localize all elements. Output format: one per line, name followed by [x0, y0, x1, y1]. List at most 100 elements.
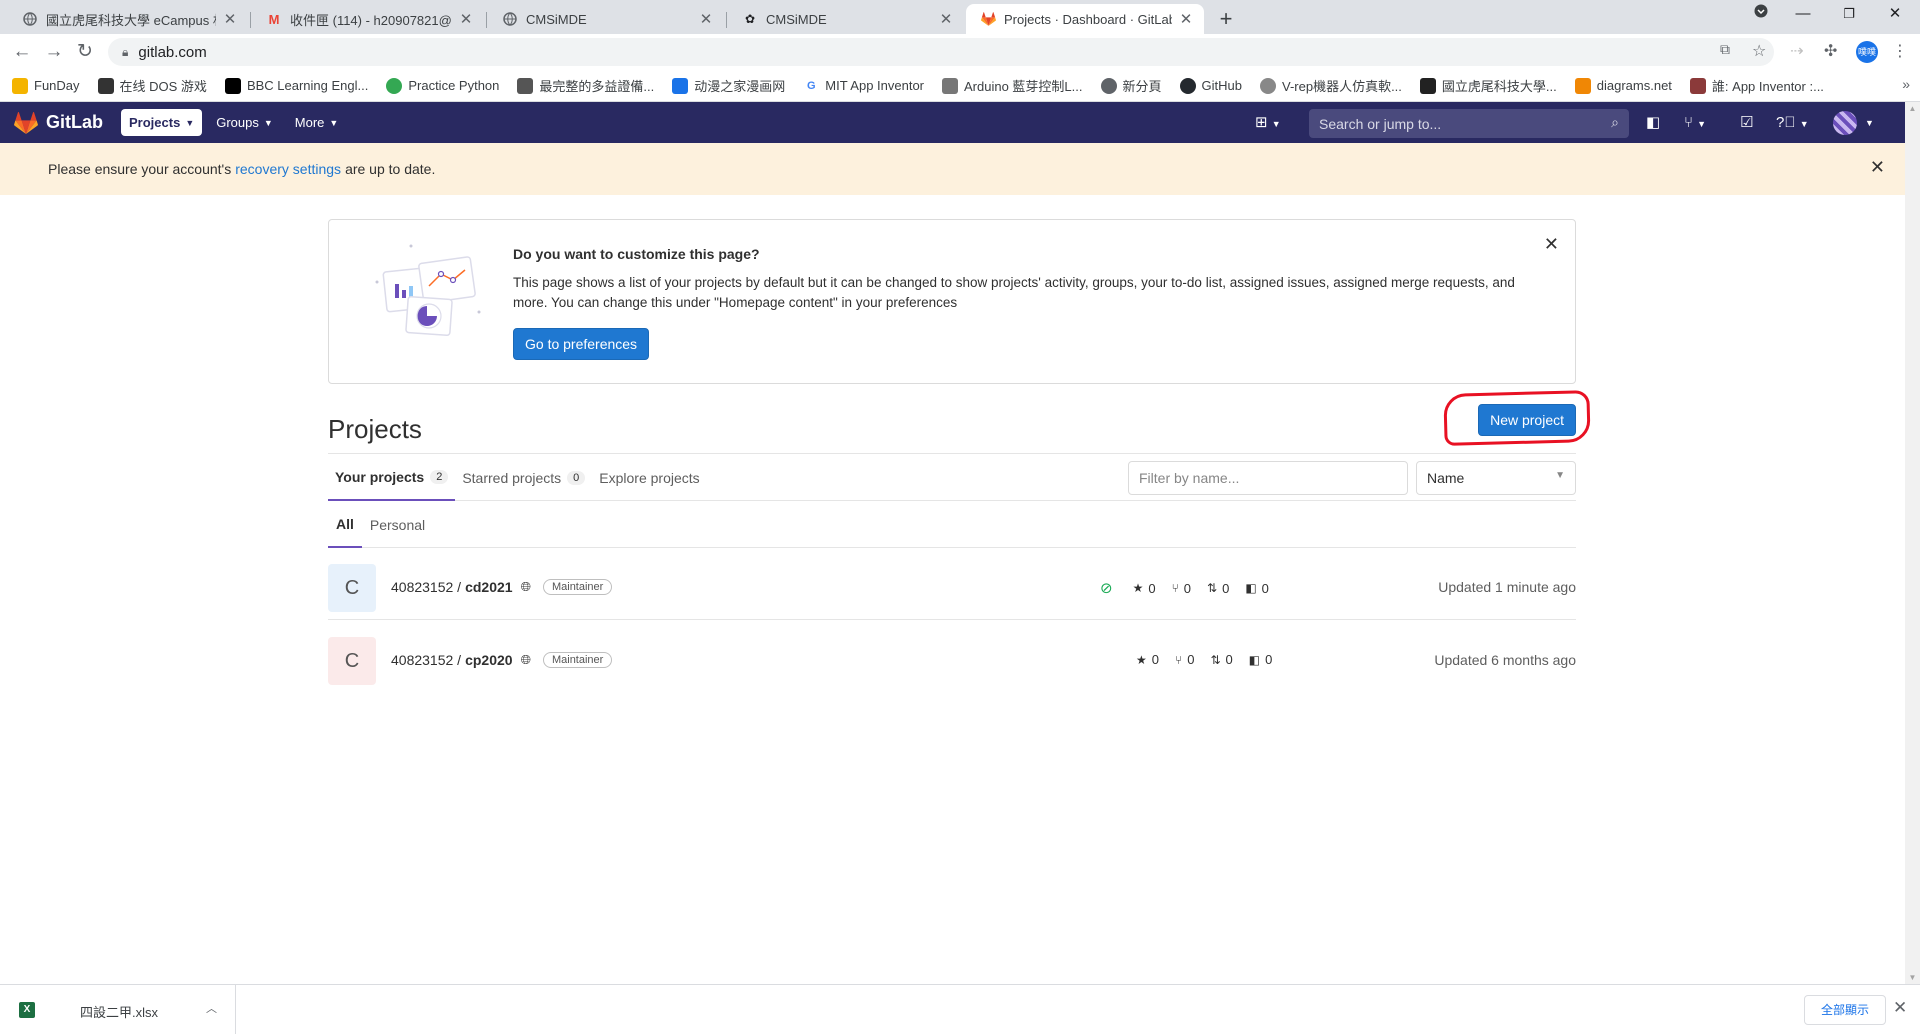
star-icon[interactable]: ☆	[1752, 41, 1766, 61]
show-all-downloads-button[interactable]: 全部顯示	[1804, 995, 1887, 1025]
new-project-button[interactable]: New project	[1478, 404, 1576, 436]
bookmark[interactable]: 在线 DOS 游戏	[97, 76, 207, 95]
browser-tab-active[interactable]: Projects · Dashboard · GitLab ✕	[966, 4, 1204, 34]
filter-by-name-input[interactable]: Filter by name...	[1128, 461, 1408, 495]
bookmark[interactable]: V-rep機器人仿真軟...	[1260, 76, 1402, 95]
bookmark-label: 新分頁	[1122, 79, 1162, 94]
forks-count[interactable]: ⑂ 0	[1175, 652, 1194, 667]
close-icon[interactable]: ✕	[222, 10, 238, 28]
tab-starred-projects[interactable]: Starred projects 0	[455, 454, 592, 501]
window-close-icon[interactable]: ✕	[1872, 0, 1918, 30]
forks-count[interactable]: ⑂ 0	[1172, 581, 1191, 596]
browser-tab[interactable]: CMSiMDE ✕	[488, 4, 724, 34]
close-icon[interactable]: ✕	[458, 10, 474, 28]
scroll-down-icon[interactable]: ▼	[1905, 973, 1920, 982]
bookmark[interactable]: 最完整的多益證備...	[517, 76, 654, 95]
chevron-down-icon[interactable]: ▼	[1865, 111, 1874, 135]
close-icon[interactable]: ✕	[1178, 10, 1194, 28]
profile-avatar[interactable]: 噗噗	[1856, 41, 1878, 63]
bookmark-label: FunDay	[34, 78, 80, 93]
close-icon[interactable]: ✕	[698, 10, 714, 28]
project-name[interactable]: 40823152 / cp2020 🌐︎ Maintainer	[391, 652, 613, 668]
download-item[interactable]: X 四設二甲.xlsx ︿	[0, 985, 236, 1034]
globe-icon	[22, 11, 38, 27]
bookmark-label: 动漫之家漫画网	[694, 79, 786, 94]
bookmark[interactable]: G MIT App Inventor	[803, 77, 924, 94]
public-globe-icon: 🌐︎	[520, 579, 531, 594]
browser-tab[interactable]: M 收件匣 (114) - h20907821@gm ✕	[252, 4, 484, 34]
tab-explore-projects[interactable]: Explore projects	[592, 454, 706, 501]
bookmark[interactable]: 动漫之家漫画网	[672, 76, 785, 95]
bookmark[interactable]: Practice Python	[386, 77, 499, 94]
back-arrow-icon[interactable]: ←	[9, 39, 35, 65]
bookmark[interactable]: FunDay	[12, 77, 80, 94]
bookmark-label: 國立虎尾科技大學...	[1441, 79, 1557, 94]
project-avatar[interactable]: C	[328, 637, 376, 685]
pipeline-passed-icon[interactable]: ⊘︎	[1100, 579, 1113, 597]
subtab-personal[interactable]: Personal	[362, 501, 433, 548]
close-icon[interactable]: ✕	[1893, 998, 1907, 1018]
restore-icon[interactable]: ❐	[1826, 0, 1872, 30]
download-filename: 四設二甲.xlsx	[80, 1005, 159, 1020]
todo-icon[interactable]: ☑	[1740, 111, 1753, 135]
search-input[interactable]: Search or jump to... ⌕	[1309, 109, 1629, 138]
stars-count[interactable]: ★ 0	[1133, 581, 1156, 596]
globe-icon	[502, 11, 518, 27]
go-to-preferences-button[interactable]: Go to preferences	[513, 328, 650, 360]
url-field[interactable]: 🔒︎ gitlab.com	[108, 38, 1774, 66]
chevron-right-icon[interactable]: »	[1902, 76, 1910, 92]
project-row[interactable]: C 40823152 / cd2021 🌐︎ Maintainer ⊘︎ ★ 0 …	[328, 548, 1576, 620]
nav-groups-dropdown[interactable]: Groups ▼	[208, 109, 281, 136]
project-avatar[interactable]: C	[328, 564, 376, 612]
create-new-plus-icon[interactable]: ⊞ ▼	[1255, 111, 1281, 135]
nav-projects-dropdown[interactable]: Projects ▼	[121, 109, 203, 136]
merge-requests-count[interactable]: ⇅ 0	[1207, 581, 1229, 596]
issues-count[interactable]: ◧ 0	[1245, 581, 1269, 596]
merge-request-icon[interactable]: ⑂ ▼	[1684, 111, 1706, 135]
puzzle-icon[interactable]: ✣	[1824, 41, 1837, 61]
nav-more-dropdown[interactable]: More ▼	[287, 109, 347, 136]
close-icon[interactable]: ✕	[1870, 157, 1885, 178]
project-row[interactable]: C 40823152 / cp2020 🌐︎ Maintainer ★ 0 ⑂ 0 …	[328, 621, 1576, 693]
bookmark[interactable]: Arduino 藍芽控制L...	[942, 76, 1083, 95]
tab-your-projects[interactable]: Your projects 2	[328, 454, 456, 501]
close-icon[interactable]: ✕	[938, 10, 954, 28]
role-badge: Maintainer	[542, 579, 613, 595]
stars-count[interactable]: ★ 0	[1136, 652, 1159, 667]
bookmark[interactable]: diagrams.net	[1574, 77, 1672, 94]
new-tab-button[interactable]: +	[1212, 6, 1240, 34]
tab-search-icon[interactable]	[1738, 0, 1784, 30]
vertical-scrollbar[interactable]: ▲ ▼	[1905, 102, 1920, 984]
project-title: cp2020	[465, 652, 513, 668]
bookmark[interactable]: 新分頁	[1100, 76, 1162, 95]
translate-icon[interactable]: ⧉	[1720, 41, 1730, 58]
close-icon[interactable]: ✕	[1544, 234, 1559, 255]
bookmark[interactable]: GitHub	[1179, 77, 1242, 94]
bookmark[interactable]: 誰: App Inventor :...	[1689, 76, 1824, 95]
address-bar: ← → ↻ 🔒︎ gitlab.com ⧉ ☆ ⇢ ✣ 噗噗 ⋮	[0, 34, 1920, 70]
merge-requests-count[interactable]: ⇅ 0	[1210, 652, 1232, 667]
bookmarks-bar: FunDay 在线 DOS 游戏 BBC Learning Engl... Pr…	[0, 70, 1920, 102]
bookmark[interactable]: BBC Learning Engl...	[224, 77, 368, 94]
reload-icon[interactable]: ↻	[72, 39, 98, 65]
nav-more-label: More	[294, 115, 325, 130]
scroll-up-icon[interactable]: ▲	[1905, 104, 1920, 113]
kebab-menu-icon[interactable]: ⋮	[1892, 41, 1908, 61]
extension-icon[interactable]: ⇢	[1790, 41, 1803, 61]
forward-arrow-icon[interactable]: →	[41, 39, 67, 65]
bookmark[interactable]: 國立虎尾科技大學...	[1419, 76, 1557, 95]
chevron-up-icon[interactable]: ︿	[206, 1000, 217, 1016]
sort-dropdown[interactable]: Name ▼	[1416, 461, 1576, 495]
help-icon[interactable]: ?⃝ ▼	[1776, 111, 1809, 135]
subtab-all[interactable]: All	[328, 501, 362, 548]
project-name[interactable]: 40823152 / cd2021 🌐︎ Maintainer	[391, 579, 613, 595]
callout-body: This page shows a list of your projects …	[513, 275, 1515, 310]
user-avatar[interactable]	[1833, 111, 1857, 135]
gitlab-logo[interactable]: GitLab	[14, 111, 103, 134]
minimize-icon[interactable]: —	[1780, 0, 1826, 30]
issues-icon[interactable]: ◧	[1646, 111, 1660, 135]
issues-count[interactable]: ◧ 0	[1249, 652, 1273, 667]
recovery-settings-link[interactable]: recovery settings	[235, 161, 341, 177]
browser-tab[interactable]: ✿ CMSiMDE ✕	[728, 4, 964, 34]
browser-tab[interactable]: 國立虎尾科技大學 eCampus 材料 ✕	[8, 4, 248, 34]
